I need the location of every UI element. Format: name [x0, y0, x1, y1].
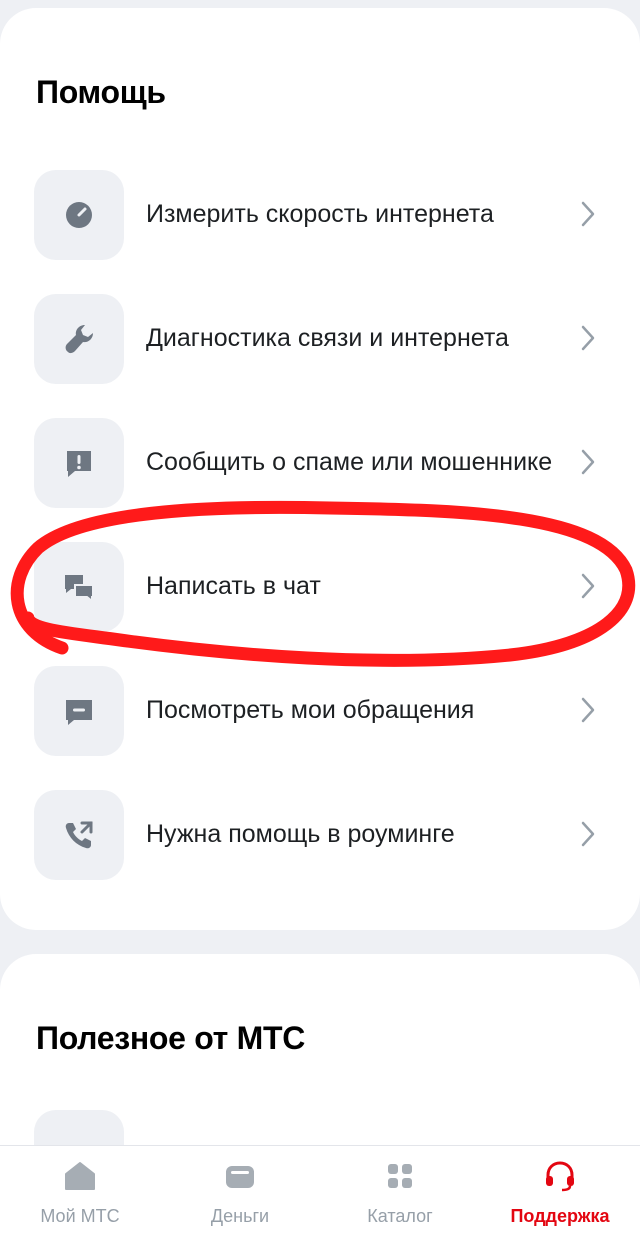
menu-item-label: Посмотреть мои обращения [146, 696, 475, 724]
nav-tab-money[interactable]: Деньги [160, 1146, 320, 1243]
chevron-right-icon [581, 573, 595, 599]
menu-item-chat[interactable]: Написать в чат [0, 536, 640, 636]
menu-item-speed-test[interactable]: Измерить скорость интернета [0, 164, 640, 264]
grid-icon [388, 1164, 412, 1188]
menu-item-diagnostics[interactable]: Диагностика связи и интернета [0, 288, 640, 388]
nav-label: Каталог [367, 1206, 433, 1226]
bottom-nav: Мой МТС Деньги Каталог Поддержка [0, 1145, 640, 1243]
menu-item-report-spam[interactable]: Сообщить о спаме или мошеннике [0, 412, 640, 512]
menu-item-roaming-help[interactable]: Нужна помощь в роуминге [0, 784, 640, 884]
chevron-right-icon [581, 201, 595, 227]
chevron-right-icon [581, 697, 595, 723]
chevron-right-icon [581, 449, 595, 475]
useful-section-title: Полезное от МТС [36, 1020, 306, 1056]
alert-message-icon [34, 418, 124, 508]
help-card: Помощь Измерить скорость интернета Диагн… [0, 8, 640, 930]
menu-item-label: Написать в чат [146, 572, 321, 600]
nav-tab-support[interactable]: Поддержка [480, 1146, 640, 1243]
nav-label: Деньги [210, 1206, 270, 1226]
chevron-right-icon [581, 325, 595, 351]
menu-item-my-requests[interactable]: Посмотреть мои обращения [0, 660, 640, 760]
message-icon [34, 666, 124, 756]
nav-tab-catalog[interactable]: Каталог [320, 1146, 480, 1243]
wallet-icon [226, 1166, 254, 1188]
menu-item-label: Сообщить о спаме или мошеннике [146, 448, 553, 476]
wrench-icon [34, 294, 124, 384]
chevron-right-icon [581, 821, 595, 847]
chat-bubbles-icon [34, 542, 124, 632]
home-icon [65, 1162, 95, 1190]
menu-item-label: Измерить скорость интернета [146, 200, 494, 228]
nav-label: Поддержка [510, 1206, 610, 1226]
menu-item-label: Нужна помощь в роуминге [146, 820, 455, 848]
nav-tab-my-mts[interactable]: Мой МТС [0, 1146, 160, 1243]
help-section-title: Помощь [36, 74, 166, 110]
menu-item-label: Диагностика связи и интернета [146, 324, 509, 352]
headset-icon [546, 1161, 574, 1192]
speedometer-icon [34, 170, 124, 260]
nav-label: Мой МТС [40, 1206, 120, 1226]
phone-forward-icon [34, 790, 124, 880]
